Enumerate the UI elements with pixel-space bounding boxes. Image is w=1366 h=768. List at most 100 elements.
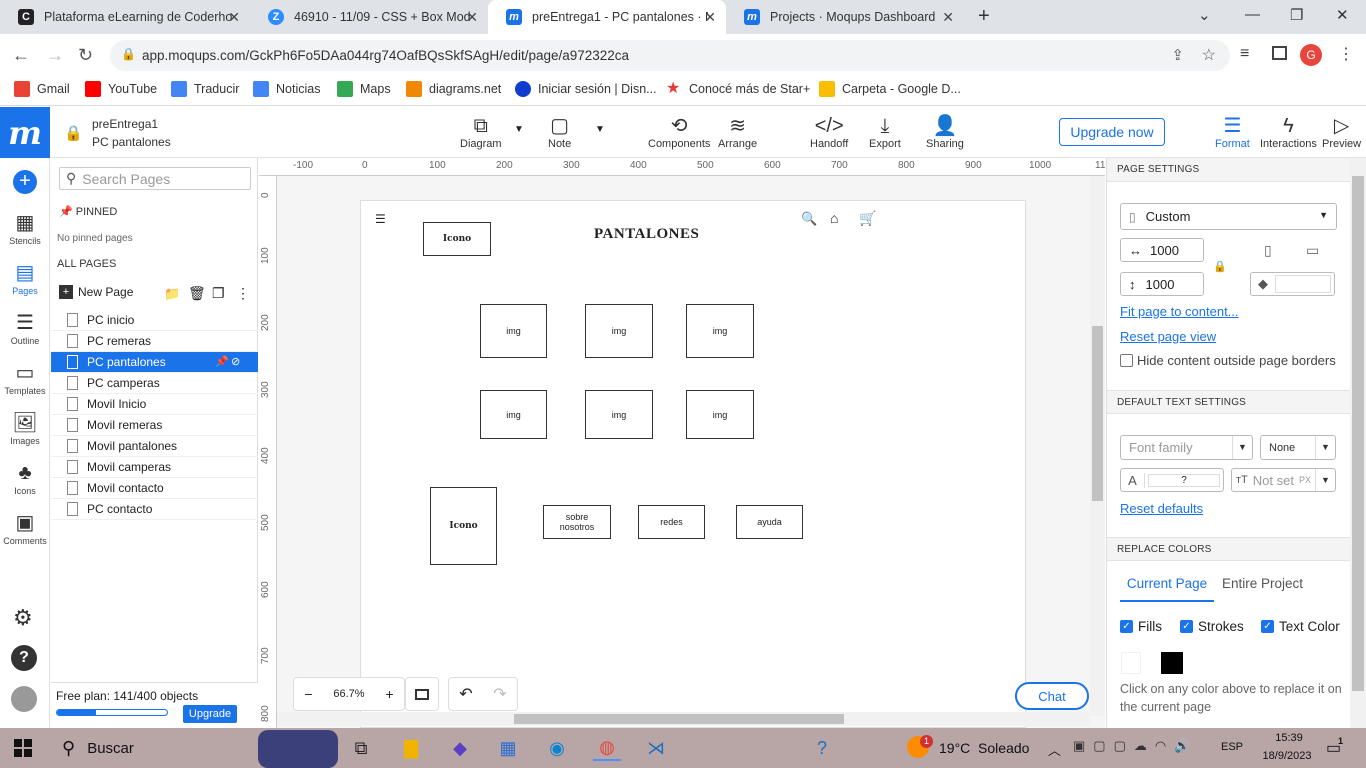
zoom-in-button[interactable]: + <box>385 686 393 702</box>
duplicate-icon[interactable]: ❐ <box>212 285 225 302</box>
chrome-icon[interactable]: ◍ <box>593 735 621 761</box>
note-button[interactable]: ▢ Note <box>548 114 571 150</box>
app-icon[interactable]: ◆ <box>446 735 474 761</box>
strokes-checkbox[interactable]: ✓ Strokes <box>1180 619 1244 634</box>
bookmark-diagrams[interactable]: diagrams.net <box>406 81 501 97</box>
clock-time[interactable]: 15:39 <box>1267 732 1311 744</box>
rail-templates[interactable]: ▭ Templates <box>0 360 50 396</box>
preview-tab[interactable]: ▷ Preview <box>1322 114 1361 150</box>
vscode-icon[interactable]: ⋊ <box>642 735 670 761</box>
tab-search-icon[interactable]: ⌄ <box>1198 6 1211 24</box>
close-icon[interactable]: ✕ <box>228 9 240 26</box>
help-app-icon[interactable]: ? <box>808 735 836 761</box>
checkbox[interactable]: ✓ <box>1180 620 1193 633</box>
font-family-select[interactable]: Font family ▼ <box>1120 435 1253 460</box>
rail-pages[interactable]: ▤ Pages <box>0 260 50 296</box>
search-icon[interactable]: 🔍 <box>801 211 817 227</box>
bookmark-gmail[interactable]: Gmail <box>14 81 70 97</box>
chevron-up-icon[interactable]: ︿ <box>1048 740 1061 759</box>
handoff-button[interactable]: </> Handoff <box>810 114 848 150</box>
footer-link-help[interactable]: ayuda <box>736 505 803 539</box>
scroll-thumb[interactable] <box>1092 326 1103 501</box>
browser-menu-icon[interactable]: ⋮ <box>1338 44 1354 64</box>
tab-moqups-dashboard[interactable]: m Projects · Moqups Dashboard ✕ <box>726 0 964 34</box>
text-color-input[interactable]: A? <box>1120 468 1224 492</box>
close-icon[interactable]: ✕ <box>466 9 478 26</box>
forward-button[interactable]: → <box>46 45 64 66</box>
page-item[interactable]: Movil contacto <box>51 478 258 499</box>
fit-page-link[interactable]: Fit page to content... <box>1120 304 1239 319</box>
home-icon[interactable]: ⌂ <box>830 210 838 226</box>
chat-button[interactable]: Chat <box>1015 682 1089 710</box>
bookmark-maps[interactable]: Maps <box>337 81 391 97</box>
zoom-level[interactable]: 66.7% <box>333 688 364 700</box>
edge-icon[interactable]: ◉ <box>543 735 571 761</box>
diagram-button[interactable]: ⧉ Diagram <box>460 114 502 150</box>
image-placeholder[interactable]: img <box>585 390 653 439</box>
add-icon[interactable]: + <box>13 170 37 194</box>
tab-coderhouse[interactable]: C Plataforma eLearning de Coderho ✕ <box>0 0 250 34</box>
user-avatar[interactable] <box>11 686 37 712</box>
bookmark-disney[interactable]: Iniciar sesión | Disn... <box>515 81 657 97</box>
new-page-button[interactable]: + New Page <box>59 285 133 299</box>
footer-link-about[interactable]: sobre nosotros <box>543 505 611 539</box>
image-placeholder[interactable]: img <box>480 304 547 358</box>
bookmark-news[interactable]: Noticias <box>253 81 320 97</box>
new-tab-button[interactable]: + <box>978 5 990 28</box>
share-icon[interactable]: ⇪ <box>1171 46 1184 64</box>
rail-comments[interactable]: ▣ Comments <box>0 510 50 546</box>
profile-avatar[interactable]: G <box>1300 44 1322 66</box>
bookmark-translate[interactable]: Traducir <box>171 81 239 97</box>
export-button[interactable]: ⤓ Export <box>869 114 901 150</box>
fills-checkbox[interactable]: ✓ Fills <box>1120 619 1162 634</box>
task-view-icon[interactable]: ⧉ <box>347 735 375 761</box>
search-pages-input[interactable]: ⚲ Search Pages <box>59 167 251 190</box>
rail-icons[interactable]: ♣ Icons <box>0 460 50 496</box>
tab-moqups-editor[interactable]: m preEntrega1 - PC pantalones · M ✕ <box>488 0 726 34</box>
page-item[interactable]: PC remeras <box>51 331 258 352</box>
logo-placeholder[interactable]: Icono <box>423 222 491 256</box>
checkbox[interactable]: ✓ <box>1261 620 1274 633</box>
footer-logo-placeholder[interactable]: Icono <box>430 487 497 565</box>
components-button[interactable]: ⟲ Components <box>648 114 710 150</box>
rail-outline[interactable]: ☰ Outline <box>0 310 50 346</box>
page-item[interactable]: PC contacto <box>51 499 258 520</box>
font-size-input[interactable]: тT Not set PX ▼ <box>1231 468 1336 492</box>
zoom-out-button[interactable]: − <box>304 686 312 702</box>
page-item[interactable]: PC inicio <box>51 310 258 331</box>
chevron-down-icon[interactable]: ▼ <box>514 124 524 135</box>
page-item[interactable]: Movil pantalones <box>51 436 258 457</box>
bookmark-youtube[interactable]: YouTube <box>85 81 157 97</box>
bookmark-starplus[interactable]: ★ Conocé más de Star+ <box>666 81 810 97</box>
rail-images[interactable]: 🖼 Images <box>0 410 50 446</box>
bookmark-drive[interactable]: Carpeta - Google D... <box>819 81 961 97</box>
reset-defaults-link[interactable]: Reset defaults <box>1120 501 1203 516</box>
hide-icon[interactable]: ⊘ <box>231 355 240 368</box>
design-page[interactable] <box>360 200 1026 728</box>
landscape-icon[interactable]: ▭ <box>1306 242 1319 259</box>
cart-icon[interactable]: 🛒 <box>859 210 876 227</box>
store-icon[interactable]: ▦ <box>494 735 522 761</box>
reading-list-icon[interactable]: ≡ <box>1240 45 1249 63</box>
clock-date[interactable]: 18/9/2023 <box>1257 750 1317 762</box>
checkbox[interactable] <box>1120 354 1133 367</box>
text-color-checkbox[interactable]: ✓ Text Color <box>1261 619 1340 634</box>
upgrade-now-button[interactable]: Upgrade now <box>1059 118 1165 146</box>
font-weight-select[interactable]: None ▼ <box>1260 435 1336 460</box>
hamburger-menu-icon[interactable]: ☰ <box>375 212 386 226</box>
page-item[interactable]: Movil remeras <box>51 415 258 436</box>
scroll-thumb[interactable] <box>1352 176 1364 691</box>
color-swatch-white[interactable] <box>1121 652 1141 674</box>
close-icon[interactable]: ✕ <box>704 9 716 26</box>
maximize-button[interactable]: ❐ <box>1290 6 1303 24</box>
pin-icon[interactable]: 📌 <box>215 355 229 368</box>
help-icon[interactable]: ? <box>11 645 37 671</box>
page-height-input[interactable]: ↕ 1000 <box>1120 272 1204 296</box>
system-tray-icons[interactable]: ▣▢▢☁◠🔊 <box>1073 738 1198 754</box>
color-swatch-black[interactable] <box>1161 652 1183 674</box>
page-item-selected[interactable]: PC pantalones 📌 ⊘ <box>51 352 258 373</box>
tab-entire-project[interactable]: Entire Project <box>1222 576 1303 591</box>
image-placeholder[interactable]: img <box>480 390 547 439</box>
page-item[interactable]: Movil Inicio <box>51 394 258 415</box>
format-tab[interactable]: ☰ Format <box>1215 114 1250 150</box>
